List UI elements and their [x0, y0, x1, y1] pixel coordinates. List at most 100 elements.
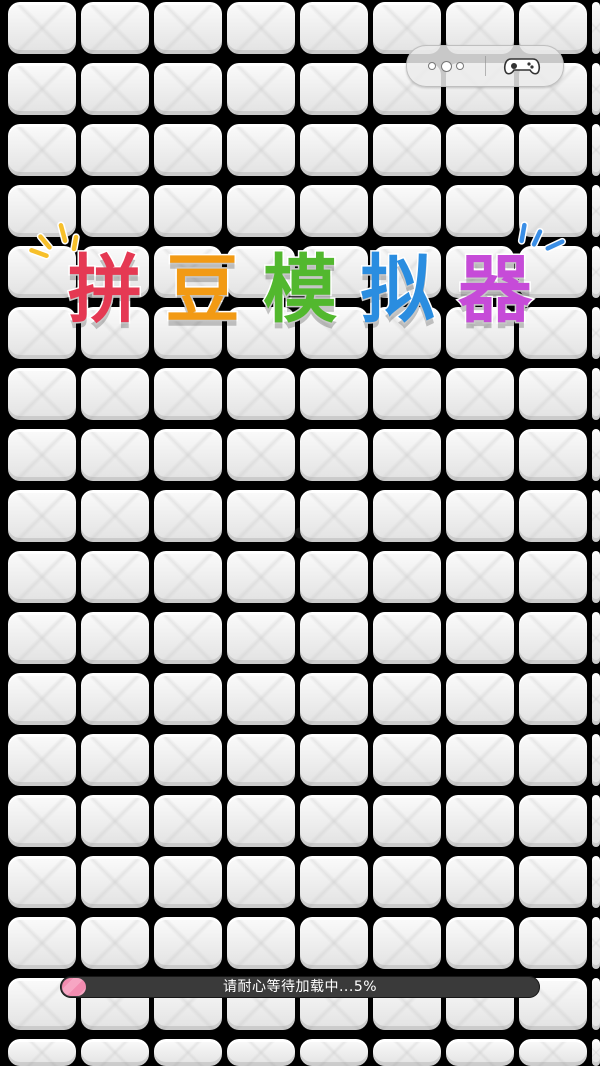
bead-tile — [154, 2, 222, 54]
bead-tile — [8, 917, 76, 969]
bead-tile — [154, 612, 222, 664]
bead-tile — [373, 490, 441, 542]
bead-tile — [592, 856, 600, 908]
bead-tile — [519, 429, 587, 481]
bead-tile — [8, 795, 76, 847]
bead-tile — [373, 551, 441, 603]
bead-tile — [8, 124, 76, 176]
bead-tile — [373, 917, 441, 969]
bead-tile — [300, 1039, 368, 1066]
bead-tile — [81, 917, 149, 969]
bead-tile — [519, 1039, 587, 1066]
bead-tile — [154, 490, 222, 542]
bead-tile — [300, 2, 368, 54]
bead-board-background — [0, 0, 600, 1066]
bead-tile — [154, 124, 222, 176]
bead-tile — [154, 917, 222, 969]
bead-tile — [592, 612, 600, 664]
bead-tile — [519, 124, 587, 176]
bead-tile — [227, 429, 295, 481]
bead-tile — [227, 795, 295, 847]
bead-tile — [519, 917, 587, 969]
bead-tile — [81, 124, 149, 176]
bead-tile — [592, 63, 600, 115]
title-char-4: 拟 — [359, 246, 436, 335]
bead-tile — [592, 673, 600, 725]
bead-tile — [300, 490, 368, 542]
bead-tile — [446, 551, 514, 603]
bead-tile — [8, 856, 76, 908]
capsule-divider — [485, 56, 486, 76]
bead-tile — [446, 490, 514, 542]
bead-tile — [300, 368, 368, 420]
bead-tile — [446, 673, 514, 725]
bead-tile — [446, 795, 514, 847]
game-title-logo: 拼 豆 模 拟 器 — [0, 200, 600, 370]
bead-tile — [8, 490, 76, 542]
bead-tile — [373, 368, 441, 420]
bead-tile — [227, 917, 295, 969]
bead-tile — [592, 429, 600, 481]
bead-tile — [446, 1039, 514, 1066]
bead-tile — [373, 856, 441, 908]
bead-tile — [300, 795, 368, 847]
bead-tile — [519, 734, 587, 786]
bead-tile — [592, 124, 600, 176]
bead-tile — [8, 612, 76, 664]
bead-tile — [300, 612, 368, 664]
bead-tile — [446, 856, 514, 908]
bead-tile — [519, 368, 587, 420]
bead-tile — [227, 63, 295, 115]
bead-tile — [519, 490, 587, 542]
bead-tile — [300, 63, 368, 115]
bead-tile — [227, 856, 295, 908]
bead-tile — [8, 368, 76, 420]
bead-tile — [81, 612, 149, 664]
bead-tile — [8, 673, 76, 725]
bead-tile — [373, 734, 441, 786]
bead-tile — [373, 673, 441, 725]
bead-tile — [592, 917, 600, 969]
bead-tile — [446, 612, 514, 664]
bead-tile — [373, 124, 441, 176]
mini-program-capsule — [406, 45, 564, 87]
bead-tile — [154, 1039, 222, 1066]
bead-tile — [8, 429, 76, 481]
loading-progress-bar: 请耐心等待加载中...5% — [60, 976, 540, 998]
bead-tile — [8, 734, 76, 786]
bead-tile — [519, 612, 587, 664]
bead-tile — [81, 429, 149, 481]
bead-tile — [446, 429, 514, 481]
bead-tile — [446, 917, 514, 969]
bead-tile — [227, 490, 295, 542]
title-char-2: 豆 — [164, 246, 241, 335]
bead-tile — [81, 795, 149, 847]
bead-tile — [373, 612, 441, 664]
bead-tile — [154, 63, 222, 115]
bead-tile — [81, 673, 149, 725]
bead-tile — [154, 734, 222, 786]
bead-tile — [227, 673, 295, 725]
bead-tile — [154, 551, 222, 603]
bead-tile — [81, 490, 149, 542]
bead-tile — [81, 856, 149, 908]
bead-tile — [81, 2, 149, 54]
bead-tile — [8, 551, 76, 603]
bead-tile — [300, 856, 368, 908]
bead-tile — [8, 63, 76, 115]
bead-tile — [519, 551, 587, 603]
bead-tile — [81, 551, 149, 603]
bead-tile — [446, 368, 514, 420]
bead-tile — [154, 856, 222, 908]
bead-tile — [300, 551, 368, 603]
bead-tile — [592, 978, 600, 1030]
bead-tile — [154, 795, 222, 847]
bead-tile — [227, 734, 295, 786]
bead-tile — [81, 1039, 149, 1066]
title-char-5: 器 — [457, 246, 534, 335]
bead-tile — [300, 429, 368, 481]
bead-tile — [592, 551, 600, 603]
gamepad-icon[interactable] — [503, 55, 541, 77]
bead-tile — [446, 734, 514, 786]
more-dots-icon[interactable] — [429, 58, 463, 74]
